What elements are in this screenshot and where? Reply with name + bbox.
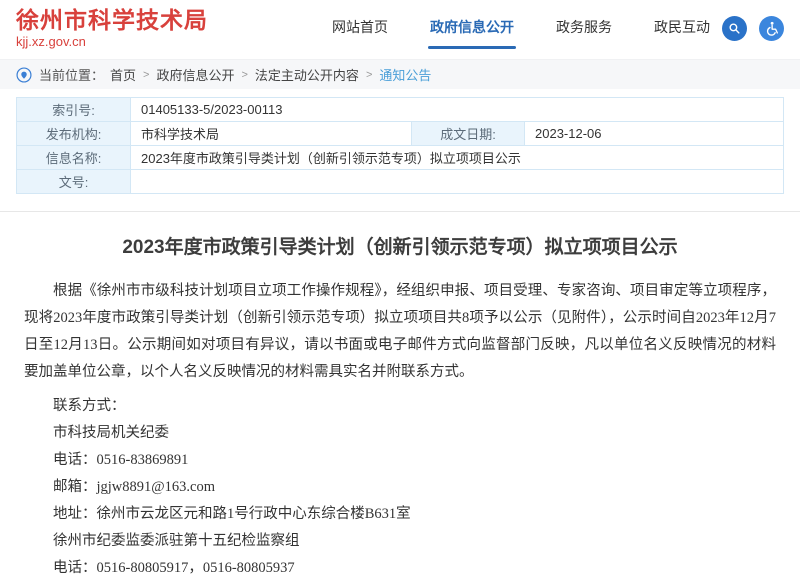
- index-number-label: 索引号:: [17, 98, 131, 122]
- info-name-value: 2023年度市政策引导类计划（创新引领示范专项）拟立项项目公示: [131, 146, 784, 170]
- breadcrumb-separator: >: [143, 69, 149, 81]
- nav-item-home[interactable]: 网站首页: [332, 17, 388, 41]
- page-title: 2023年度市政策引导类计划（创新引领示范专项）拟立项项目公示: [24, 232, 776, 259]
- article-body: 2023年度市政策引导类计划（创新引领示范专项）拟立项项目公示 根据《徐州市市级…: [0, 212, 800, 582]
- breadcrumb-home[interactable]: 首页: [110, 65, 136, 84]
- nav-item-gov-info[interactable]: 政府信息公开: [430, 17, 514, 41]
- accessibility-icon[interactable]: [759, 16, 784, 41]
- site-url: kjj.xz.gov.cn: [16, 35, 208, 50]
- nav-item-interaction[interactable]: 政民互动: [654, 17, 710, 41]
- search-icon[interactable]: [722, 16, 747, 41]
- index-number-value: 01405133-5/2023-00113: [131, 98, 784, 122]
- doc-number-value: [131, 170, 784, 194]
- contact-phone: 电话：0516-83869891: [24, 447, 776, 474]
- table-row: 索引号: 01405133-5/2023-00113: [17, 98, 784, 122]
- document-meta-table: 索引号: 01405133-5/2023-00113 发布机构: 市科学技术局 …: [16, 97, 784, 194]
- contact-address: 地址：徐州市云龙区元和路1号行政中心东综合楼B631室: [24, 501, 776, 528]
- breadcrumb: 当前位置： 首页 > 政府信息公开 > 法定主动公开内容 > 通知公告: [0, 59, 800, 89]
- table-row: 发布机构: 市科学技术局 成文日期: 2023-12-06: [17, 122, 784, 146]
- issuing-agency-label: 发布机构:: [17, 122, 131, 146]
- site-title: 徐州市科学技术局: [16, 7, 208, 33]
- breadcrumb-gov-info[interactable]: 政府信息公开: [156, 65, 234, 84]
- breadcrumb-statutory-disclosure[interactable]: 法定主动公开内容: [255, 65, 359, 84]
- main-nav: 网站首页 政府信息公开 政务服务 政民互动: [290, 16, 784, 41]
- issue-date-label: 成文日期:: [412, 122, 525, 146]
- contact-org: 市科技局机关纪委: [24, 420, 776, 447]
- magnifier-glyph: [728, 22, 741, 35]
- nav-item-services[interactable]: 政务服务: [556, 17, 612, 41]
- site-logo[interactable]: 徐州市科学技术局 kjj.xz.gov.cn: [16, 7, 208, 49]
- contact-email: 邮箱：jgjw8891@163.com: [24, 474, 776, 501]
- table-row: 文号:: [17, 170, 784, 194]
- contact-heading: 联系方式：: [24, 393, 776, 420]
- location-pin-icon: [16, 67, 32, 83]
- issue-date-value: 2023-12-06: [525, 122, 784, 146]
- breadcrumb-notices[interactable]: 通知公告: [379, 65, 431, 84]
- breadcrumb-separator: >: [241, 69, 247, 81]
- table-row: 信息名称: 2023年度市政策引导类计划（创新引领示范专项）拟立项项目公示: [17, 146, 784, 170]
- contact-phone-2: 电话：0516-80805917，0516-80805937: [24, 555, 776, 582]
- contact-org-2: 徐州市纪委监委派驻第十五纪检监察组: [24, 528, 776, 555]
- doc-number-label: 文号:: [17, 170, 131, 194]
- article-paragraph: 根据《徐州市市级科技计划项目立项工作操作规程》，经组织申报、项目受理、专家咨询、…: [24, 278, 776, 386]
- site-header: 徐州市科学技术局 kjj.xz.gov.cn 网站首页 政府信息公开 政务服务 …: [0, 0, 800, 55]
- wheelchair-glyph: [764, 21, 779, 36]
- breadcrumb-prefix: 当前位置：: [39, 65, 104, 84]
- issuing-agency-value: 市科学技术局: [131, 122, 412, 146]
- breadcrumb-separator: >: [366, 69, 372, 81]
- info-name-label: 信息名称:: [17, 146, 131, 170]
